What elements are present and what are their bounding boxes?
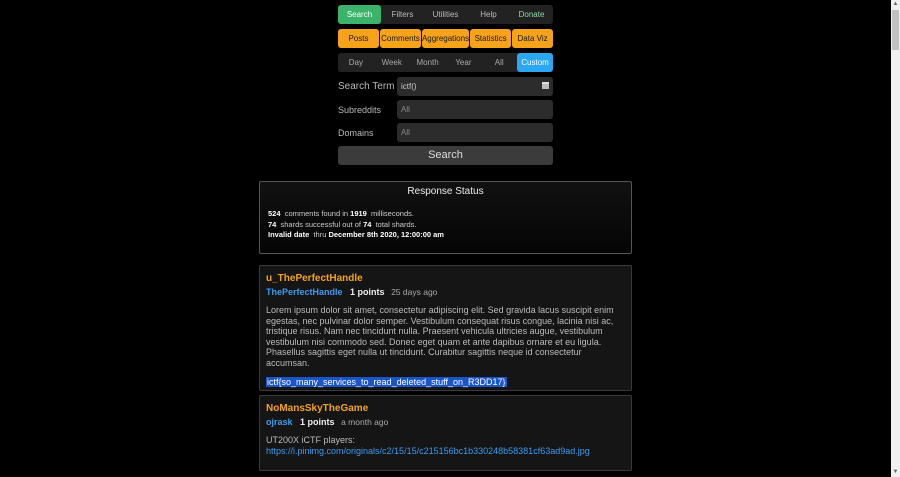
subreddits-row: Subreddits All (338, 100, 553, 119)
result-author-link[interactable]: ThePerfectHandle (266, 287, 343, 297)
result-age: a month ago (341, 417, 389, 427)
type-posts-button[interactable]: Posts (338, 29, 379, 48)
domains-input[interactable]: All (397, 123, 553, 142)
result-author-link[interactable]: ojrask (266, 417, 293, 427)
status-shards-text: shards successful out of (280, 219, 361, 229)
search-controls: Search Filters Utilities Help Donate Pos… (338, 5, 554, 165)
calendar-icon[interactable] (542, 82, 549, 89)
type-selector: Posts Comments Aggregations Statistics D… (338, 29, 554, 48)
status-ms: 1919 (350, 209, 367, 218)
status-shards-line: 74 shards successful out of 74 total sha… (268, 220, 631, 231)
time-month-button[interactable]: Month (410, 53, 446, 72)
response-status-lines: 524 comments found in 1919 milliseconds.… (268, 209, 631, 241)
status-shards-total: 74 (363, 219, 372, 229)
search-term-value: ictf() (401, 82, 417, 91)
time-range-selector: Day Week Month Year All Custom (338, 53, 553, 72)
result-item: u_ThePerfectHandle ThePerfectHandle 1 po… (259, 265, 632, 391)
status-count-text: comments found in (284, 209, 349, 218)
response-status-title: Response Status (407, 186, 484, 197)
subreddits-input[interactable]: All (397, 100, 553, 119)
search-term-label: Search Term (338, 81, 395, 92)
status-date-start: Invalid date (268, 230, 310, 239)
status-count-line: 524 comments found in 1919 milliseconds. (268, 209, 631, 220)
domains-row: Domains All (338, 123, 553, 142)
status-date-end: December 8th 2020, 12:00:00 am (328, 230, 444, 239)
status-shards-ok: 74 (268, 219, 277, 229)
time-day-button[interactable]: Day (338, 53, 374, 72)
response-status-panel: Response Status 524 comments found in 19… (259, 181, 632, 254)
search-term-input[interactable]: ictf() (397, 77, 553, 96)
scroll-up-icon[interactable]: ▲ (891, 0, 900, 9)
result-subreddit-link[interactable]: u_ThePerfectHandle (266, 273, 631, 284)
tab-donate[interactable]: Donate (510, 5, 553, 24)
result-link[interactable]: https://i.pinimg.com/originals/c2/15/15/… (266, 446, 631, 456)
result-item: NoMansSkyTheGame ojrask 1 points a month… (259, 395, 632, 471)
type-aggregations-button[interactable]: Aggregations (421, 29, 470, 48)
type-dataviz-button[interactable]: Data Viz (512, 29, 554, 48)
subreddits-label: Subreddits (338, 104, 382, 115)
time-week-button[interactable]: Week (374, 53, 410, 72)
scroll-down-icon[interactable]: ▼ (891, 468, 900, 477)
tab-filters[interactable]: Filters (381, 5, 424, 24)
result-body: UT200X iCTF players: (266, 435, 356, 445)
main-nav: Search Filters Utilities Help Donate (338, 5, 553, 24)
status-shards-total-text: total shards. (375, 219, 417, 229)
type-comments-button[interactable]: Comments (379, 29, 421, 48)
status-date-line: Invalid date thru December 8th 2020, 12:… (268, 230, 631, 241)
result-meta: ojrask 1 points a month ago (266, 417, 631, 427)
result-points: 1 points (350, 287, 385, 297)
scrollbar-thumb[interactable] (892, 10, 899, 50)
tab-utilities[interactable]: Utilities (424, 5, 467, 24)
search-button[interactable]: Search (338, 146, 553, 165)
result-meta: ThePerfectHandle 1 points 25 days ago (266, 287, 631, 297)
result-highlighted-text: ictf{so_many_services_to_read_deleted_st… (266, 377, 507, 387)
time-all-button[interactable]: All (481, 53, 517, 72)
result-age: 25 days ago (391, 287, 438, 297)
tab-help[interactable]: Help (467, 5, 510, 24)
page-scrollbar[interactable]: ▲ ▼ (891, 0, 900, 477)
result-points: 1 points (300, 417, 335, 427)
time-year-button[interactable]: Year (445, 53, 481, 72)
status-thru: thru (313, 230, 327, 239)
status-count: 524 (268, 209, 281, 218)
tab-search[interactable]: Search (338, 5, 381, 24)
result-subreddit-link[interactable]: NoMansSkyTheGame (266, 403, 631, 414)
result-body: Lorem ipsum dolor sit amet, consectetur … (266, 305, 614, 368)
search-term-row: Search Term ictf() (338, 77, 553, 96)
time-custom-button[interactable]: Custom (517, 53, 553, 72)
type-statistics-button[interactable]: Statistics (470, 29, 512, 48)
domains-label: Domains (338, 127, 374, 138)
status-ms-text: milliseconds. (371, 209, 414, 218)
